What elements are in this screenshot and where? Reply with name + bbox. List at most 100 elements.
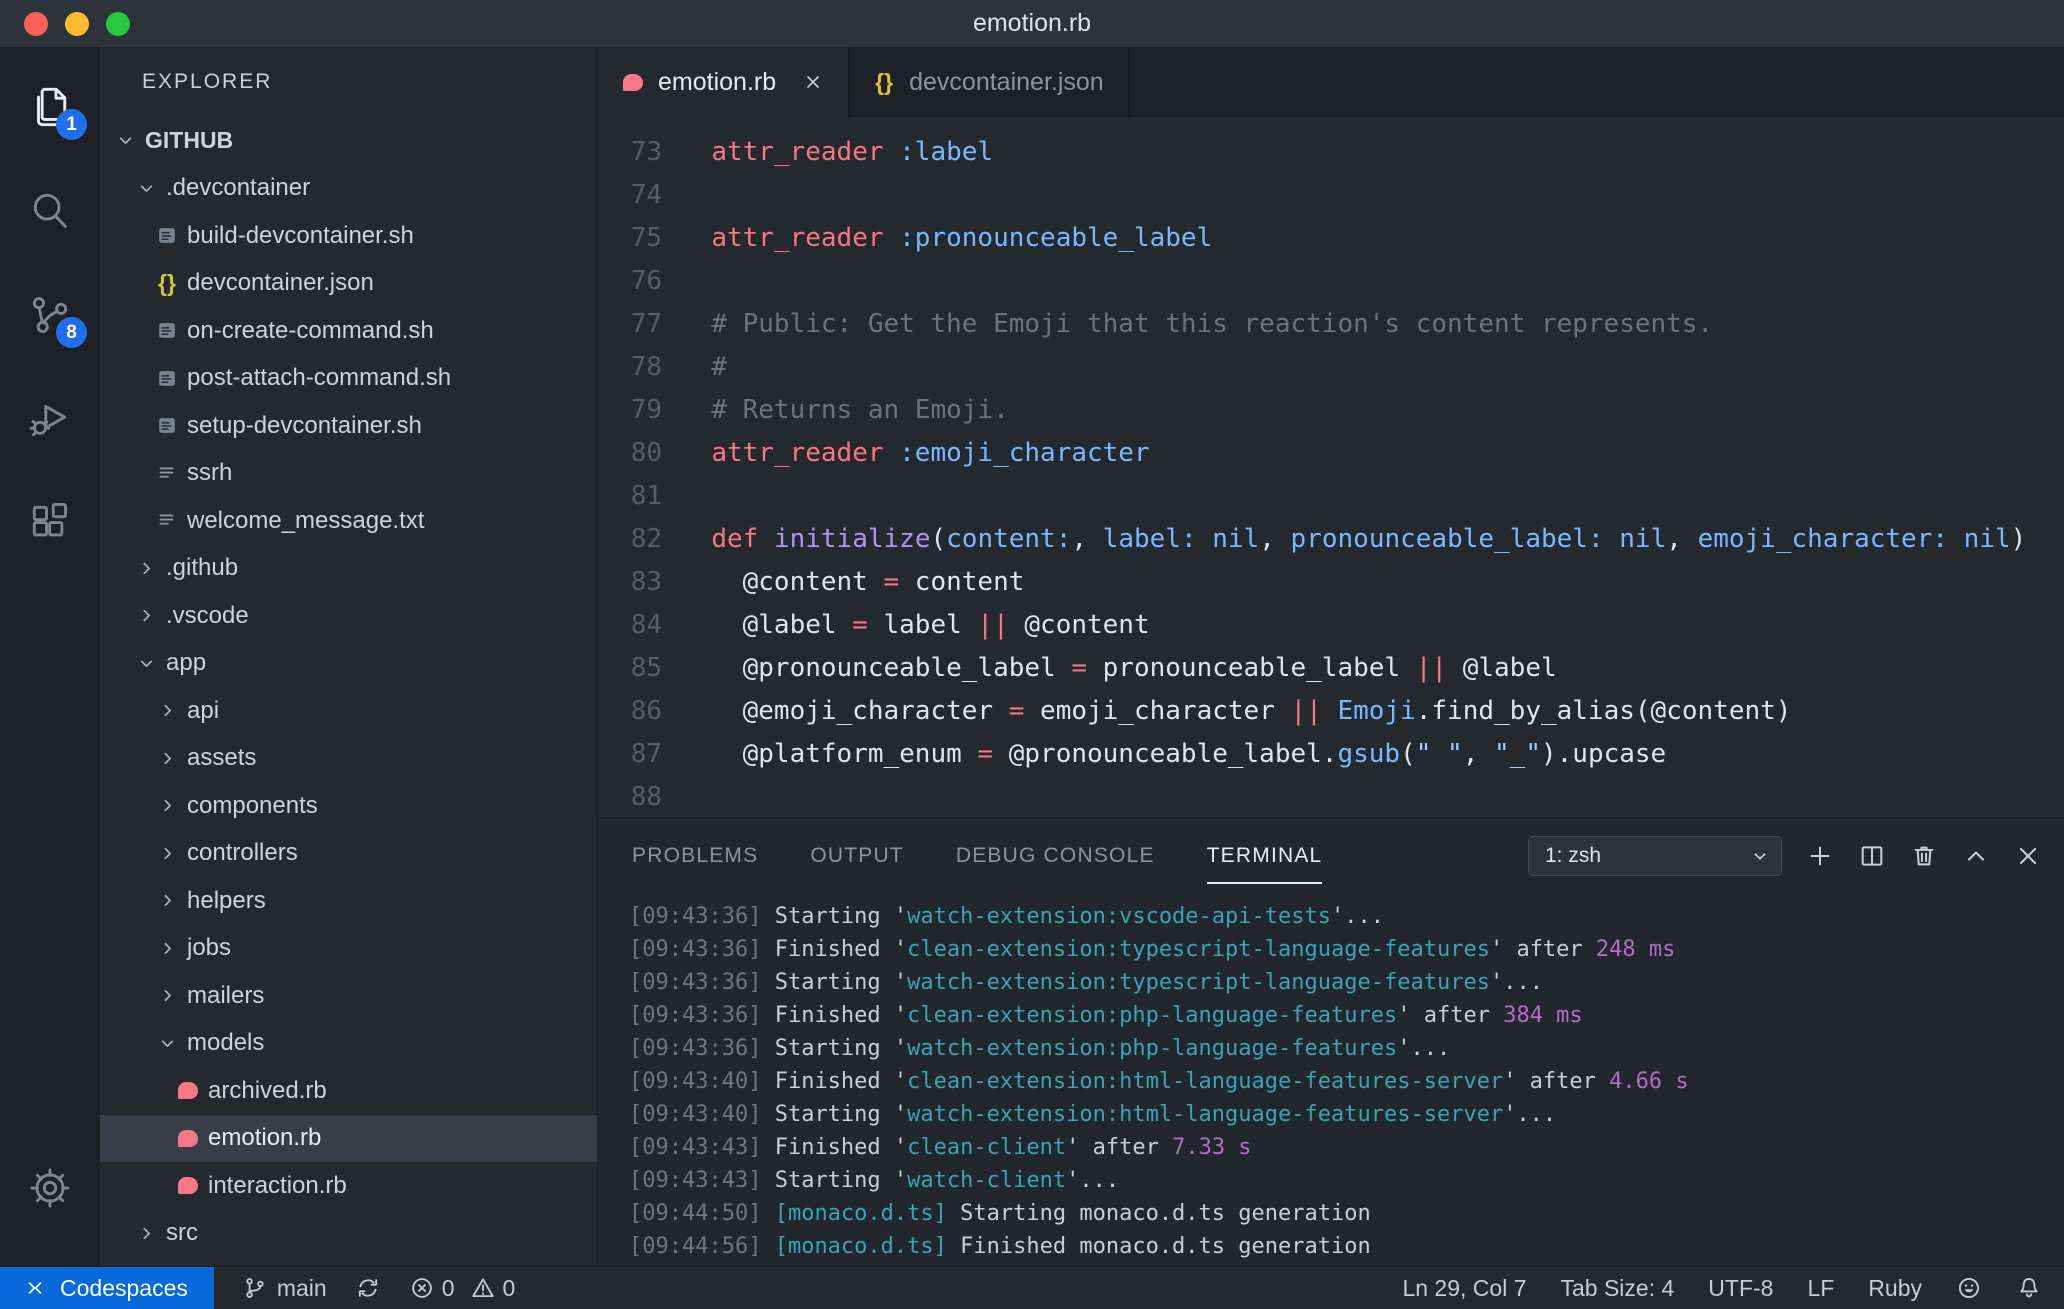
tree-item-setup-devcontainer-sh[interactable]: setup-devcontainer.sh — [100, 402, 597, 450]
ruby-file-icon — [622, 73, 644, 91]
tree-item-components[interactable]: components — [100, 782, 597, 830]
split-terminal-button[interactable] — [1858, 842, 1886, 870]
panel-tab-terminal[interactable]: TERMINAL — [1206, 818, 1323, 894]
activity-item-search[interactable] — [0, 159, 100, 263]
code-line[interactable]: 78 # — [598, 346, 2064, 389]
terminal-line: [09:43:43] Starting 'watch-client'... — [629, 1168, 1120, 1193]
branch-button[interactable]: main — [242, 1275, 327, 1302]
tree-item-src[interactable]: src — [100, 1210, 597, 1258]
panel-tab-debug-console[interactable]: DEBUG CONSOLE — [956, 818, 1155, 894]
explorer-sidebar: EXPLORER GITHUB .devcontainer build-devcon… — [100, 47, 598, 1266]
activity-bar: 18 — [0, 47, 100, 1266]
code-line[interactable]: 75 attr_reader :pronounceable_label — [598, 217, 2064, 260]
tree-item-build-devcontainer-sh[interactable]: build-devcontainer.sh — [100, 212, 597, 260]
tree-item-emotion-rb[interactable]: emotion.rb — [100, 1114, 597, 1162]
code-line[interactable]: 88 — [598, 776, 2064, 817]
tab-size-button[interactable]: Tab Size: 4 — [1560, 1275, 1674, 1302]
new-terminal-button[interactable] — [1806, 842, 1834, 870]
ruby-file-icon — [178, 1082, 198, 1100]
tree-item--devcontainer[interactable]: .devcontainer — [100, 165, 597, 213]
panel-tab-problems[interactable]: PROBLEMS — [632, 818, 758, 894]
tree-item-github[interactable]: GITHUB — [100, 117, 597, 165]
chevron-right-icon — [156, 748, 178, 769]
tree-item-controllers[interactable]: controllers — [100, 830, 597, 878]
file-tree[interactable]: GITHUB .devcontainer build-devcontainer.sh… — [100, 117, 597, 1266]
terminal-output[interactable]: [09:43:36] Starting 'watch-extension:vsc… — [598, 894, 2064, 1266]
json-file-icon: {} — [875, 68, 894, 95]
tree-item-devcontainer-json[interactable]: {} devcontainer.json — [100, 260, 597, 308]
tree-item-on-create-command-sh[interactable]: on-create-command.sh — [100, 307, 597, 355]
line-number: 84 — [630, 610, 662, 640]
chevron-up-icon — [1968, 851, 1984, 861]
close-icon[interactable] — [802, 71, 824, 93]
close-panel-button[interactable] — [2014, 842, 2042, 870]
code-line[interactable]: 81 — [598, 475, 2064, 518]
panel-tab-output[interactable]: OUTPUT — [810, 818, 904, 894]
line-number: 77 — [630, 309, 662, 339]
text-file-icon — [159, 467, 174, 478]
activity-item-source-control[interactable]: 8 — [0, 263, 100, 367]
chevron-right-icon — [163, 752, 171, 764]
code-line[interactable]: 76 — [598, 260, 2064, 303]
feedback-smiley-button[interactable] — [1956, 1275, 1982, 1301]
code-line[interactable]: 80 attr_reader :emoji_character — [598, 432, 2064, 475]
tree-item-ssrh[interactable]: ssrh — [100, 450, 597, 498]
eol-button[interactable]: LF — [1807, 1275, 1834, 1302]
maximize-panel-button[interactable] — [1962, 842, 1990, 870]
code-line[interactable]: 86 @emoji_character = emoji_character ||… — [598, 690, 2064, 733]
tree-item-label: helpers — [187, 886, 266, 914]
tree-item-archived-rb[interactable]: archived.rb — [100, 1067, 597, 1115]
code-text: # Returns an Emoji. — [711, 395, 1009, 425]
tab-emotion-rb[interactable]: emotion.rb — [598, 47, 850, 117]
terminal-line: [09:43:40] Starting 'watch-extension:htm… — [629, 1102, 1557, 1127]
code-line[interactable]: 82 def initialize(content:, label: nil, … — [598, 518, 2064, 561]
tree-item-label: devcontainer.json — [187, 269, 374, 297]
codespaces-button[interactable]: Codespaces — [0, 1267, 214, 1309]
tree-item-jobs[interactable]: jobs — [100, 925, 597, 973]
code-line[interactable]: 79 # Returns an Emoji. — [598, 389, 2064, 432]
cursor-position-button[interactable]: Ln 29, Col 7 — [1402, 1275, 1526, 1302]
tree-item-helpers[interactable]: helpers — [100, 877, 597, 925]
kill-terminal-button[interactable] — [1910, 842, 1938, 870]
terminal-selector-dropdown[interactable]: 1: zsh — [1528, 836, 1782, 876]
activity-item-settings[interactable] — [0, 1136, 100, 1240]
tree-item--vscode[interactable]: .vscode — [100, 592, 597, 640]
line-number: 86 — [630, 696, 662, 726]
code-line[interactable]: 84 @label = label || @content — [598, 604, 2064, 647]
chevron-right-icon — [163, 990, 171, 1002]
code-line[interactable]: 85 @pronounceable_label = pronounceable_… — [598, 647, 2064, 690]
tree-item-app[interactable]: app — [100, 640, 597, 688]
activity-item-explorer[interactable]: 1 — [0, 55, 100, 159]
tree-item-label: post-attach-command.sh — [187, 364, 452, 392]
sh-file-icon — [156, 224, 178, 247]
minimize-window-button[interactable] — [65, 11, 89, 36]
tree-item-post-attach-command-sh[interactable]: post-attach-command.sh — [100, 355, 597, 403]
problems-button[interactable]: 0 0 — [409, 1275, 515, 1302]
close-window-button[interactable] — [24, 11, 48, 36]
code-line[interactable]: 74 — [598, 174, 2064, 217]
code-line[interactable]: 83 @content = content — [598, 561, 2064, 604]
sync-button[interactable] — [355, 1275, 381, 1301]
language-button[interactable]: Ruby — [1868, 1275, 1922, 1302]
tree-item-models[interactable]: models — [100, 1020, 597, 1068]
tree-item-welcome-message-txt[interactable]: welcome_message.txt — [100, 497, 597, 545]
tab-devcontainer-json[interactable]: {} devcontainer.json — [849, 47, 1129, 117]
notifications-bell-button[interactable] — [2016, 1275, 2042, 1301]
json-file-icon: {} — [156, 270, 178, 297]
split-icon — [1861, 846, 1883, 866]
zoom-window-button[interactable] — [106, 11, 130, 36]
tree-item-mailers[interactable]: mailers — [100, 972, 597, 1020]
code-line[interactable]: 77 # Public: Get the Emoji that this rea… — [598, 303, 2064, 346]
code-line[interactable]: 73 attr_reader :label — [598, 131, 2064, 174]
activity-item-run-debug[interactable] — [0, 367, 100, 471]
tree-item-api[interactable]: api — [100, 687, 597, 735]
codespaces-icon — [28, 1282, 42, 1294]
activity-item-extensions[interactable] — [0, 471, 100, 575]
editor[interactable]: 73 attr_reader :label 74 75 attr_reader :p… — [598, 117, 2064, 817]
tree-item-interaction-rb[interactable]: interaction.rb — [100, 1162, 597, 1210]
encoding-button[interactable]: UTF-8 — [1708, 1275, 1773, 1302]
code-text: def initialize(content:, label: nil, pro… — [711, 524, 2027, 554]
tree-item--github[interactable]: .github — [100, 545, 597, 593]
tree-item-assets[interactable]: assets — [100, 735, 597, 783]
code-line[interactable]: 87 @platform_enum = @pronounceable_label… — [598, 733, 2064, 776]
